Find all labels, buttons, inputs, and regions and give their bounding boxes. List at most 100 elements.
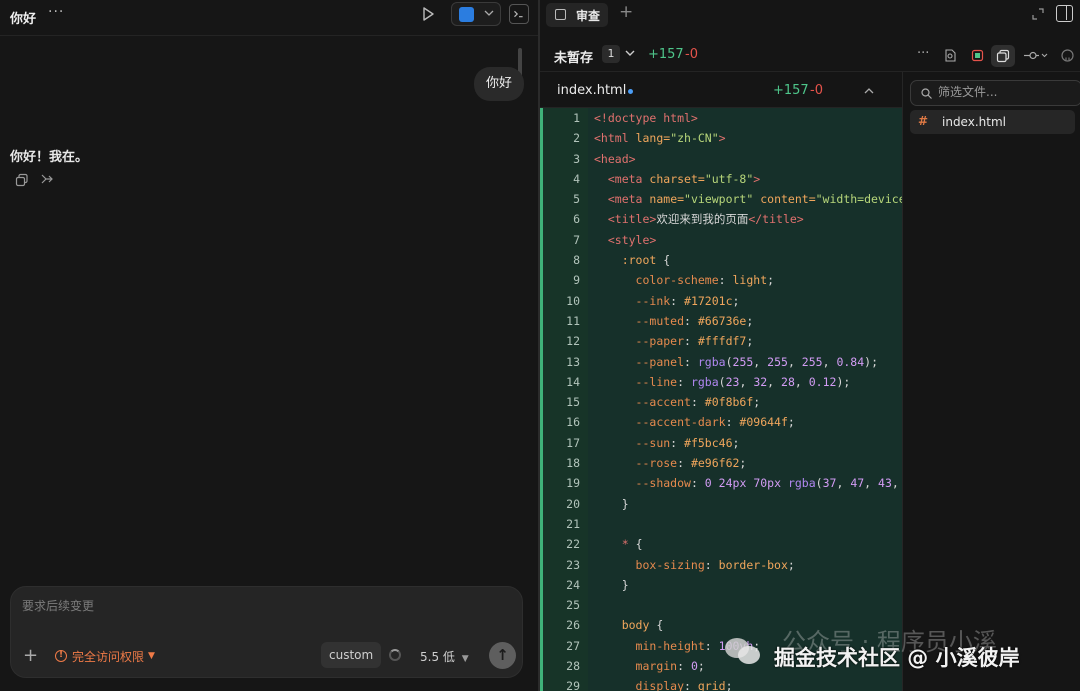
line-number: 18 [543, 453, 588, 474]
line-number: 16 [543, 412, 588, 433]
code-text: <style> [607, 232, 657, 247]
chat-more-button[interactable]: ··· [48, 4, 64, 20]
model-version: 5.5 [420, 650, 440, 664]
new-tab-button[interactable]: + [619, 2, 633, 22]
code-text: margin: 0; [635, 659, 705, 674]
line-number: 5 [543, 189, 588, 210]
line-number: 27 [543, 635, 588, 657]
code-text: --line: rgba(23, 32, 28, 0.12); [635, 374, 851, 389]
run-icon[interactable] [418, 4, 438, 24]
tab-review-label: 审查 [576, 9, 601, 23]
code-line: 3 <head> [543, 148, 902, 169]
line-number: 10 [543, 290, 588, 311]
deletions-count: -0 [685, 47, 698, 62]
alert-icon: ! [55, 650, 67, 662]
code-text: } [594, 496, 629, 511]
code-line: 23 box-sizing: border-box; [543, 554, 902, 575]
line-number: 3 [543, 148, 588, 169]
file-tree-item[interactable]: # index.html [910, 110, 1075, 134]
code-text: --paper: #fffdf7; [635, 334, 754, 349]
file-filter-input[interactable] [938, 85, 1078, 99]
unstaged-count-badge: 1 [602, 45, 620, 63]
code-line: 24 } [543, 574, 902, 596]
code-line: 22 * { [543, 534, 902, 555]
user-message: 你好 [474, 67, 524, 101]
code-line: 11 --muted: #66736e; [543, 310, 902, 332]
line-number: 1 [543, 108, 588, 129]
chevron-up-icon[interactable] [863, 86, 875, 96]
fork-icon[interactable] [40, 172, 54, 187]
diff-viewer: index.html +157 -0 1 <!doctype html> 2 <htm… [540, 72, 902, 691]
code-text: * { [621, 537, 643, 552]
line-number: 29 [543, 676, 588, 691]
code-line: 5 <meta name="viewport" content="width=d… [543, 189, 902, 210]
github-icon[interactable] [1061, 49, 1074, 62]
code-line: 12 --paper: #fffdf7; [543, 331, 902, 352]
review-icon [555, 9, 566, 20]
code-text: body { [621, 618, 664, 633]
code-text: display: grid; [635, 679, 733, 691]
commit-icon[interactable] [1024, 49, 1048, 62]
code-text: :root { [621, 253, 671, 268]
copy-diff-button[interactable] [991, 45, 1015, 67]
add-attachment-button[interactable]: + [23, 647, 38, 665]
line-number: 13 [543, 351, 588, 372]
sidebar-toggle-icon[interactable] [1056, 5, 1073, 22]
file-search-icon[interactable] [944, 49, 957, 62]
code-line: 2 <html lang="zh-CN"> [543, 128, 902, 149]
code-text: --muted: #66736e; [635, 313, 754, 328]
chat-header: 你好 ··· [0, 0, 538, 36]
open-in-editor-button[interactable] [451, 2, 501, 26]
composer: + ! 完全访问权限 ▼ custom 5.5 低 ▼ ↑ [10, 586, 523, 678]
model-selector[interactable]: custom [321, 642, 382, 668]
assistant-message: 你好！我在。 [10, 150, 89, 165]
code-line: 10 --ink: #17201c; [543, 290, 902, 311]
stage-icon[interactable] [971, 49, 984, 62]
modified-dot [628, 89, 633, 94]
tab-review[interactable]: 审查 [546, 3, 608, 27]
terminal-icon[interactable] [509, 4, 529, 24]
loading-icon [389, 649, 401, 661]
code-line: 17 --sun: #f5bc46; [543, 432, 902, 454]
line-number: 26 [543, 615, 588, 636]
line-number: 22 [543, 534, 588, 555]
line-number: 17 [543, 432, 588, 454]
code-line: 19 --shadow: 0 24px 70px rgba(37, 47, 43… [543, 473, 902, 494]
code-text: --shadow: 0 24px 70px rgba(37, 47, 43, 0 [635, 476, 899, 491]
code-line: 9 color-scheme: light; [543, 270, 902, 291]
html-file-icon: # [918, 114, 929, 128]
code-text: <html lang="zh-CN"> [594, 131, 726, 146]
permission-button[interactable]: ! 完全访问权限 ▼ [55, 646, 155, 666]
send-button[interactable]: ↑ [489, 642, 516, 669]
expand-icon[interactable] [1032, 8, 1044, 20]
effort-selector[interactable]: 5.5 低 ▼ [420, 648, 469, 665]
line-number: 24 [543, 574, 588, 596]
chevron-down-icon: ▼ [148, 651, 155, 661]
additions-count: +157 [648, 47, 684, 62]
line-number: 20 [543, 493, 588, 514]
line-number: 12 [543, 331, 588, 352]
code-text: --rose: #e96f62; [635, 456, 747, 471]
more-options-button[interactable]: ··· [917, 46, 929, 61]
composer-input[interactable] [22, 599, 502, 613]
code-line: 13 --panel: rgba(255, 255, 255, 0.84); [543, 351, 902, 372]
code-line: 18 --rose: #e96f62; [543, 453, 902, 474]
code-text: <head> [594, 151, 636, 166]
file-additions-count: +157 [773, 83, 809, 98]
copy-icon[interactable] [15, 173, 29, 187]
unstaged-label[interactable]: 未暂存 [554, 47, 593, 66]
line-number: 2 [543, 128, 588, 149]
chevron-down-icon: ▼ [461, 654, 469, 664]
code-line: 16 --accent-dark: #09644f; [543, 412, 902, 433]
wechat-logo-icon [722, 634, 762, 666]
code-text: <!doctype html> [594, 111, 698, 125]
code-line: 4 <meta charset="utf-8"> [543, 168, 902, 190]
code-line: 7 <style> [543, 229, 902, 251]
chat-title: 你好 [10, 12, 37, 27]
file-name: index.html [557, 83, 627, 98]
code-text: } [594, 577, 629, 592]
code-line: 29 display: grid; [543, 676, 902, 691]
file-diff-header[interactable]: index.html +157 -0 [540, 72, 902, 108]
effort-level: 低 [442, 650, 455, 664]
chevron-down-icon[interactable] [624, 47, 636, 59]
